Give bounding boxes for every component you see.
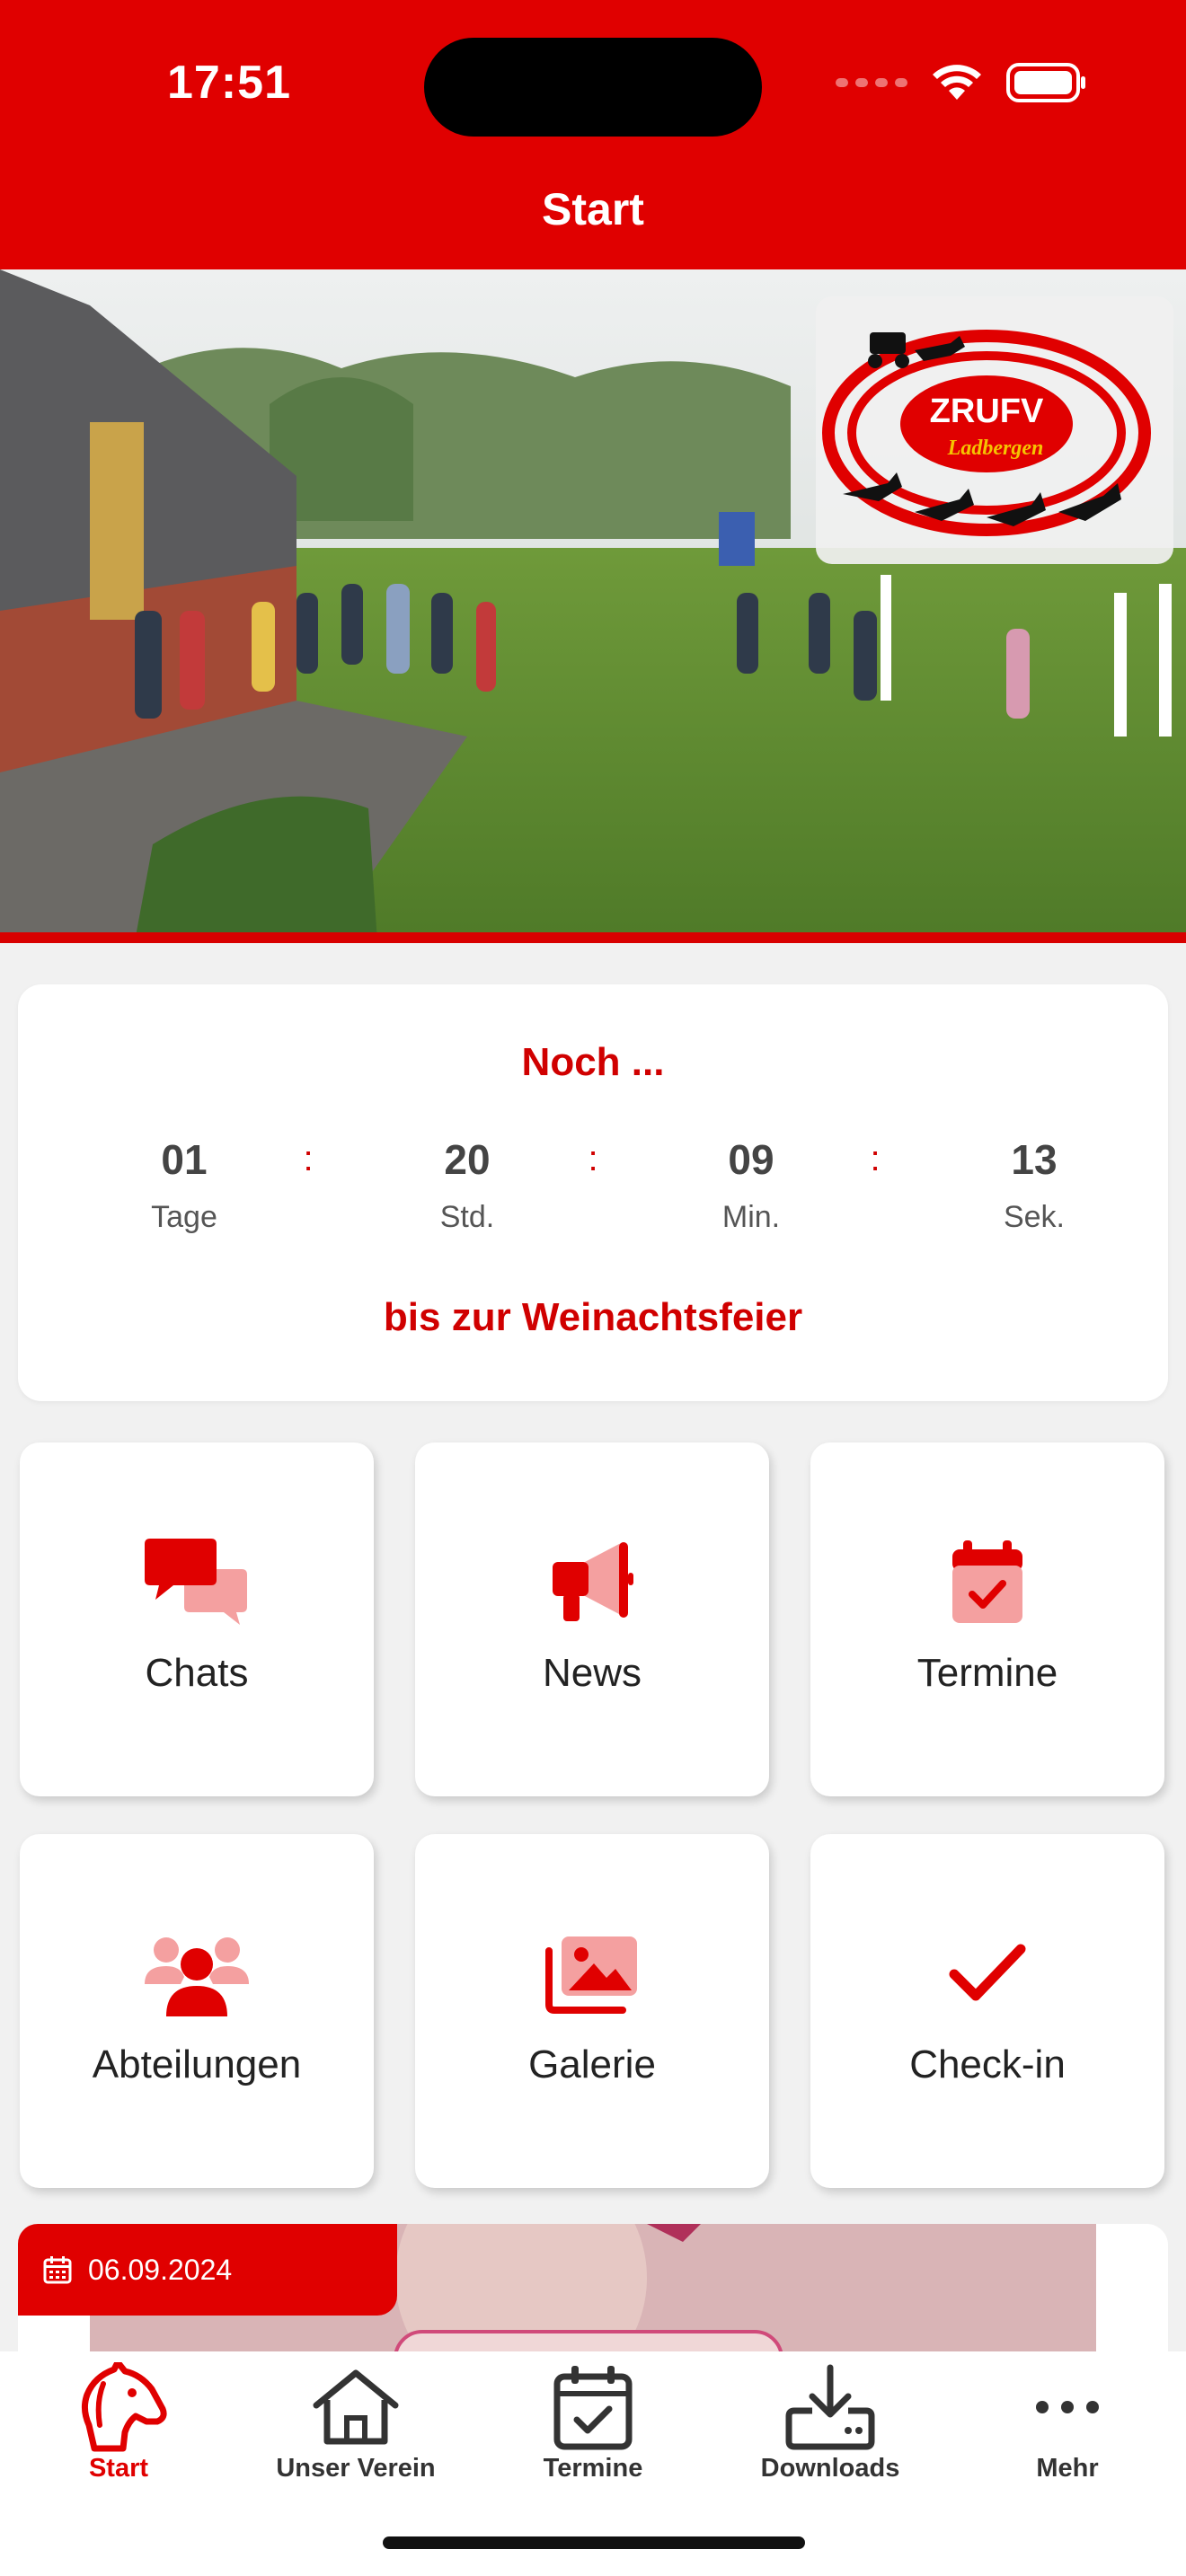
megaphone-icon (415, 1532, 769, 1631)
countdown-minutes-value: 09 (728, 1136, 774, 1183)
status-time: 17:51 (167, 57, 291, 109)
club-logo-card: ZRUFV Ladbergen (816, 296, 1173, 564)
countdown-separator: : (870, 1139, 881, 1178)
club-logo: ZRUFV Ladbergen (822, 330, 1151, 536)
logo-name: ZRUFV (930, 393, 1044, 430)
users-group-icon (20, 1924, 374, 2023)
news-date-badge: 06.09.2024 (18, 2224, 397, 2316)
download-tray-icon (712, 2360, 949, 2454)
tile-galerie-label: Galerie (528, 2042, 656, 2086)
wifi-icon (933, 65, 981, 100)
calendar-icon (43, 2256, 72, 2284)
tab-downloads-label: Downloads (760, 2454, 900, 2483)
countdown-hours: 20 Std. (377, 1135, 557, 1235)
chat-bubbles-icon (20, 1532, 374, 1631)
gallery-icon (415, 1924, 769, 2023)
countdown-hours-value: 20 (444, 1136, 491, 1183)
countdown-days: 01 Tage (94, 1135, 274, 1235)
house-icon (237, 2360, 474, 2454)
countdown-event: bis zur Weinachtsfeier (383, 1295, 803, 1339)
countdown-minutes: 09 Min. (661, 1135, 841, 1235)
countdown-separator: : (303, 1139, 314, 1178)
countdown-seconds-label: Sek. (1003, 1200, 1066, 1234)
tile-news[interactable]: News (415, 1442, 769, 1796)
dynamic-island (424, 38, 762, 137)
tile-check-in[interactable]: Check-in (810, 1834, 1164, 2188)
checkmark-icon (810, 1924, 1164, 2023)
tile-news-label: News (542, 1651, 642, 1695)
tile-termine-label: Termine (916, 1651, 1058, 1695)
countdown-hours-label: Std. (439, 1200, 495, 1234)
tile-check-in-label: Check-in (909, 2042, 1066, 2086)
countdown-seconds-value: 13 (1011, 1136, 1058, 1183)
tile-galerie[interactable]: Galerie (415, 1834, 769, 2188)
tab-unser-verein-label: Unser Verein (276, 2454, 436, 2483)
app-screen: 17:51 Start ZRUFV Ladbergen Noch ... 01 … (0, 0, 1186, 2576)
calendar-check-icon (810, 1532, 1164, 1631)
hero-divider (0, 932, 1186, 943)
countdown-days-label: Tage (151, 1200, 217, 1234)
countdown-separator: : (588, 1139, 598, 1178)
tab-termine-label: Termine (543, 2454, 643, 2483)
tab-mehr[interactable]: Mehr (949, 2360, 1186, 2495)
tile-abteilungen[interactable]: Abteilungen (20, 1834, 374, 2188)
countdown-seconds: 13 Sek. (944, 1135, 1124, 1235)
tab-downloads[interactable]: Downloads (712, 2360, 949, 2495)
calendar-check-icon (474, 2360, 712, 2454)
tab-start-label: Start (88, 2454, 149, 2483)
home-indicator[interactable] (383, 2536, 805, 2549)
tab-start[interactable]: Start (0, 2360, 237, 2495)
countdown-heading: Noch ... (521, 1040, 665, 1084)
tile-chats[interactable]: Chats (20, 1442, 374, 1796)
logo-place: Ladbergen (947, 437, 1044, 460)
page-title: Start (542, 184, 644, 234)
countdown-card: Noch ... 01 Tage : 20 Std. : 09 Min. : 1… (18, 984, 1168, 1401)
countdown-minutes-label: Min. (721, 1200, 781, 1234)
battery-icon (1006, 63, 1085, 102)
signal-icon (836, 78, 907, 87)
news-date: 06.09.2024 (88, 2253, 233, 2286)
more-dots-icon (949, 2360, 1186, 2454)
status-icons (836, 63, 1087, 102)
app-header: 17:51 Start (0, 0, 1186, 269)
tab-termine[interactable]: Termine (474, 2360, 712, 2495)
horse-head-icon (0, 2360, 237, 2454)
countdown-days-value: 01 (161, 1136, 208, 1183)
tile-termine[interactable]: Termine (810, 1442, 1164, 1796)
tab-mehr-label: Mehr (1036, 2454, 1099, 2483)
tab-unser-verein[interactable]: Unser Verein (237, 2360, 474, 2495)
tile-abteilungen-label: Abteilungen (92, 2042, 302, 2086)
tile-chats-label: Chats (145, 1651, 249, 1695)
